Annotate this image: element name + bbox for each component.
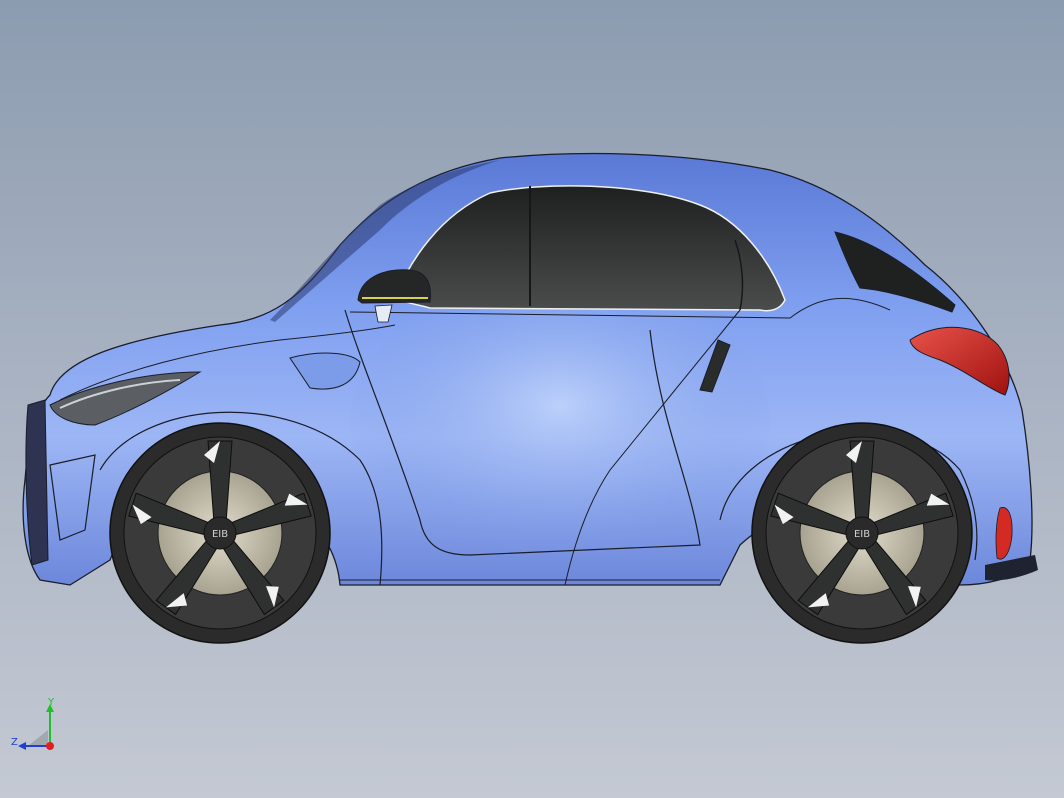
wheel-logo: EIB bbox=[212, 529, 228, 540]
door-highlight bbox=[350, 280, 770, 560]
3d-viewport[interactable]: EIB EIB Y Z bbox=[0, 0, 1064, 798]
front-grille bbox=[25, 399, 49, 566]
rear-wheel: EIB bbox=[751, 422, 973, 644]
front-wheel: EIB bbox=[109, 422, 331, 644]
axis-triad-icon: Y Z bbox=[11, 697, 55, 750]
axis-z-label: Z bbox=[11, 737, 18, 748]
axis-y-label: Y bbox=[47, 697, 55, 708]
wheel-logo: EIB bbox=[854, 529, 870, 540]
car-model[interactable]: EIB EIB bbox=[0, 0, 1064, 798]
